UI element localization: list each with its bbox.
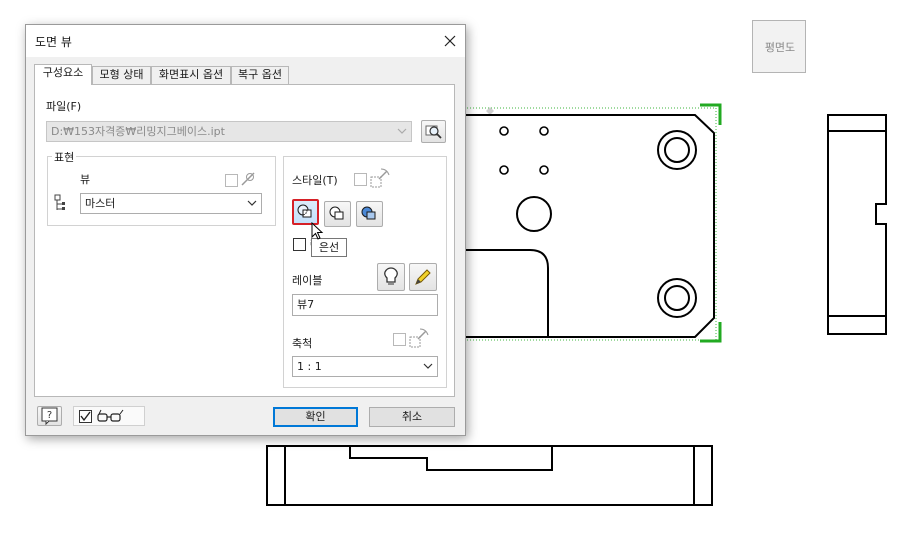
view-rep-select[interactable]: 마스터 (80, 193, 262, 214)
help-button[interactable]: ? (37, 406, 62, 426)
associative-icon (241, 172, 255, 186)
scale-associative-checkbox[interactable] (393, 333, 406, 346)
dialog-titlebar: 도면 뷰 (26, 25, 465, 57)
pencil-icon (415, 269, 431, 285)
view-boundary (461, 103, 722, 343)
scale-select[interactable]: 1 : 1 (292, 356, 438, 377)
plan-view[interactable] (440, 114, 715, 338)
view-rep-associative-checkbox[interactable] (225, 174, 238, 187)
components-panel: 파일(F) D:₩153자격증₩리밍지그베이스.ipt 표현 뷰 마스터 스타일… (34, 84, 455, 397)
tab-recovery-options[interactable]: 복구 옵션 (231, 66, 289, 84)
mouse-cursor-icon (311, 222, 324, 240)
drawing-view-dialog: 도면 뷰 구성요소 모형 상태 화면표시 옵션 복구 옵션 파일(F) D:₩1… (25, 24, 466, 436)
help-icon: ? (41, 407, 58, 426)
hidden-line-removed-icon (329, 206, 344, 220)
hidden-line-checkbox[interactable] (293, 238, 306, 251)
edit-label-button[interactable] (409, 263, 437, 291)
cancel-button[interactable]: 취소 (369, 407, 455, 427)
chevron-down-icon (423, 363, 433, 369)
scale-label: 축척 (292, 337, 313, 350)
file-combo: D:₩153자격증₩리밍지그베이스.ipt (46, 121, 412, 142)
browse-icon (425, 125, 442, 139)
representation-group-label: 표현 (52, 149, 77, 165)
tab-components[interactable]: 구성요소 (34, 64, 92, 85)
bulb-icon (384, 267, 398, 285)
tab-model-state[interactable]: 모형 상태 (92, 66, 151, 84)
shaded-icon (361, 206, 376, 220)
shaded-style-button[interactable] (356, 201, 383, 227)
view-rep-label: 뷰 (80, 173, 91, 186)
tab-display-options[interactable]: 화면표시 옵션 (151, 66, 231, 84)
chevron-down-icon (247, 200, 257, 206)
label-input[interactable]: 뷰7 (292, 294, 438, 316)
style-label: 스타일(T) (292, 174, 338, 187)
label-section-label: 레이블 (292, 274, 323, 287)
hidden-line-icon (297, 204, 312, 218)
side-view[interactable] (827, 114, 887, 335)
glasses-icon (97, 409, 124, 422)
preview-toggle[interactable] (73, 406, 145, 426)
close-icon[interactable] (440, 31, 460, 51)
front-view[interactable] (266, 445, 713, 506)
style-associative-checkbox[interactable] (354, 173, 367, 186)
view-label-text: 평면도 (764, 41, 796, 54)
view-label-badge[interactable]: 평면도 (752, 20, 806, 73)
ok-button[interactable]: 확인 (273, 407, 358, 427)
representation-group (47, 156, 276, 226)
view-tree-icon (54, 194, 65, 210)
scale-link-icon (409, 328, 429, 348)
preview-checkbox[interactable] (79, 410, 92, 423)
svg-text:?: ? (47, 410, 52, 421)
dialog-title: 도면 뷰 (35, 35, 72, 49)
hidden-line-removed-style-button[interactable] (324, 201, 351, 227)
checkmark-icon (80, 411, 91, 422)
label-visibility-button[interactable] (377, 263, 405, 291)
style-link-icon (370, 168, 390, 188)
browse-button[interactable] (421, 120, 446, 143)
file-label: 파일(F) (46, 100, 82, 113)
chevron-down-icon (397, 128, 407, 134)
